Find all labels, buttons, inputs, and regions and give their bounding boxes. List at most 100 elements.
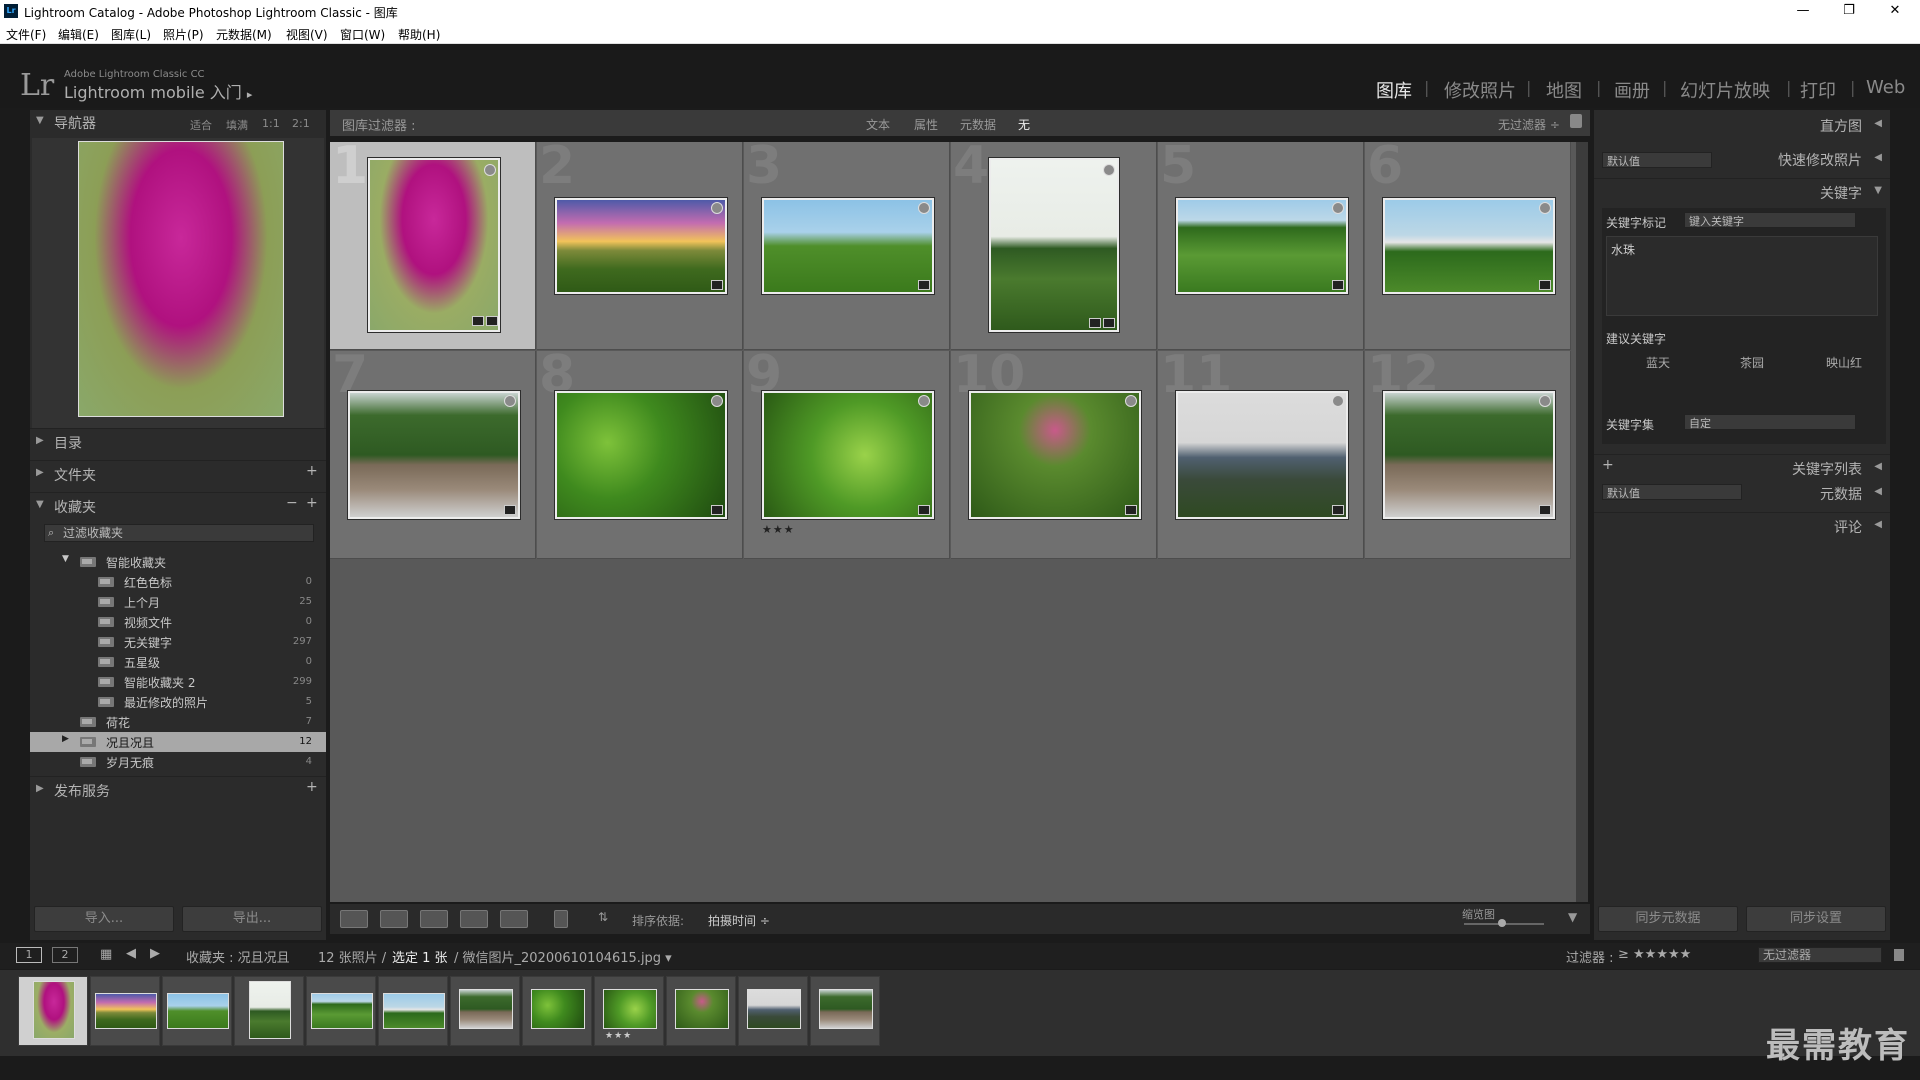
add-collection-icon[interactable]: + (306, 495, 318, 511)
quick-collection-icon[interactable] (711, 395, 723, 407)
smart-collection-item[interactable]: 五星级 0 (30, 652, 326, 672)
thumbnail-image[interactable] (555, 391, 727, 519)
module-web[interactable]: Web (1866, 77, 1905, 98)
back-arrow-icon[interactable]: ◀ (126, 946, 136, 961)
filmstrip-cell[interactable] (90, 976, 160, 1046)
grid-view-icon[interactable] (340, 910, 368, 928)
brand-line-2[interactable]: Lightroom mobile 入门 ▸ (64, 79, 252, 103)
quick-collection-icon[interactable] (918, 395, 930, 407)
filter-tab-none[interactable]: 无 (1018, 116, 1030, 133)
thumbnail-image[interactable] (969, 391, 1141, 519)
lock-icon[interactable] (1570, 114, 1582, 128)
grid-cell[interactable]: 2 (537, 136, 743, 350)
module-map[interactable]: 地图 (1546, 77, 1582, 103)
grid-cell[interactable]: 8 (537, 345, 743, 559)
quick-collection-icon[interactable] (711, 202, 723, 214)
collection-item[interactable]: 荷花 7 (30, 712, 326, 732)
module-develop[interactable]: 修改照片 (1444, 77, 1516, 103)
metadata-preset-select[interactable]: 默认值 (1602, 484, 1742, 500)
filmstrip-cell[interactable] (450, 976, 520, 1046)
filter-tab-text[interactable]: 文本 (866, 116, 890, 133)
export-button[interactable]: 导出... (182, 906, 322, 932)
grid-cell[interactable]: 5 (1158, 136, 1364, 350)
filmstrip-thumbnail[interactable] (675, 989, 729, 1029)
grid-toggle-icon[interactable]: ▦ (100, 947, 112, 962)
selected-filename[interactable]: / 微信图片_20200610104615.jpg ▾ (454, 947, 672, 966)
nav-2to1-option[interactable]: 2:1 (292, 117, 310, 130)
smart-collection-item[interactable]: 红色色标 0 (30, 572, 326, 592)
smart-collections-group[interactable]: ▼ 智能收藏夹 (30, 552, 326, 572)
grid-scrollbar[interactable] (1576, 142, 1588, 902)
grid-cell[interactable]: 9 ★★★ (744, 345, 950, 559)
grid-cell[interactable]: 7 (330, 345, 536, 559)
thumbnail-image[interactable] (1383, 391, 1555, 519)
quick-develop-preset-select[interactable]: 默认值 (1602, 152, 1712, 168)
source-breadcrumb[interactable]: 收藏夹 : 况且况且 (186, 947, 290, 966)
filmstrip-cell[interactable] (234, 976, 304, 1046)
folders-header[interactable]: ▶ 文件夹 + (30, 460, 326, 484)
filter-tab-metadata[interactable]: 元数据 (960, 116, 996, 133)
filmstrip-filter-select[interactable]: 无过滤器 (1758, 947, 1882, 963)
navigator-header[interactable]: ▼ 导航器 适合 填满 1:1 2:1 (30, 110, 326, 134)
quick-collection-icon[interactable] (1332, 395, 1344, 407)
collection-filter-input[interactable]: ⌕ 过滤收藏夹 (44, 524, 314, 542)
thumbnail-image[interactable] (989, 158, 1119, 332)
filmstrip-cell[interactable] (306, 976, 376, 1046)
quick-collection-icon[interactable] (918, 202, 930, 214)
grid-cell[interactable]: 3 (744, 136, 950, 350)
filmstrip-thumbnail[interactable] (747, 989, 801, 1029)
filmstrip-thumbnail[interactable] (819, 989, 873, 1029)
smart-collection-item[interactable]: 视频文件 0 (30, 612, 326, 632)
collection-item-selected[interactable]: ▶ 况且况且 12 (30, 732, 326, 752)
keyword-textarea[interactable]: 水珠 (1606, 236, 1878, 316)
comments-header[interactable]: 评论 ◀ (1594, 512, 1890, 536)
smart-collection-item[interactable]: 无关键字 297 (30, 632, 326, 652)
add-folder-icon[interactable]: + (306, 463, 318, 479)
filmstrip-cell[interactable] (666, 976, 736, 1046)
add-keyword-icon[interactable]: + (1602, 457, 1614, 473)
forward-arrow-icon[interactable]: ▶ (150, 946, 160, 961)
thumbnail-image[interactable] (1383, 198, 1555, 294)
filmstrip-cell[interactable] (378, 976, 448, 1046)
filmstrip-cell[interactable] (522, 976, 592, 1046)
smart-collection-item[interactable]: 智能收藏夹 2 299 (30, 672, 326, 692)
keywording-header[interactable]: 关键字 ▼ (1594, 178, 1890, 202)
nav-fill-option[interactable]: 填满 (226, 117, 248, 133)
publish-services-header[interactable]: ▶ 发布服务 + (30, 776, 326, 800)
import-button[interactable]: 导入... (34, 906, 174, 932)
quick-collection-icon[interactable] (1125, 395, 1137, 407)
quick-collection-icon[interactable] (1539, 202, 1551, 214)
sort-select[interactable]: 拍摄时间 ÷ (708, 912, 770, 929)
filmstrip-cell[interactable] (738, 976, 808, 1046)
filter-tab-attribute[interactable]: 属性 (914, 116, 938, 133)
suggested-keyword[interactable]: 映山红 (1826, 354, 1862, 371)
module-library[interactable]: 图库 (1376, 77, 1412, 103)
toolbar-menu-icon[interactable]: ▼ (1568, 910, 1577, 924)
thumbnail-image[interactable] (348, 391, 520, 519)
filmstrip-thumbnail[interactable] (249, 981, 291, 1039)
maximize-button[interactable]: ❐ (1826, 0, 1872, 24)
filmstrip-cell[interactable] (810, 976, 880, 1046)
filmstrip-cell[interactable] (162, 976, 232, 1046)
menu-library[interactable]: 图库(L) (111, 26, 151, 43)
collection-item[interactable]: 岁月无痕 4 (30, 752, 326, 772)
add-publish-icon[interactable]: + (306, 779, 318, 795)
thumbnail-image[interactable] (762, 198, 934, 294)
survey-view-icon[interactable] (460, 910, 488, 928)
slider-thumb[interactable] (1498, 919, 1506, 927)
catalog-header[interactable]: ▶ 目录 (30, 428, 326, 452)
close-button[interactable]: ✕ (1872, 0, 1918, 24)
menu-edit[interactable]: 编辑(E) (58, 26, 99, 43)
people-view-icon[interactable] (500, 910, 528, 928)
star-filter[interactable]: ≥ ★★★★★ (1618, 947, 1691, 962)
filmstrip-thumbnail[interactable] (383, 993, 445, 1029)
filmstrip-thumbnail[interactable] (311, 993, 373, 1029)
suggested-keyword[interactable]: 蓝天 (1646, 354, 1670, 371)
suggested-keyword[interactable]: 茶园 (1740, 354, 1764, 371)
grid-cell[interactable]: 12 (1365, 345, 1571, 559)
filmstrip-thumbnail[interactable] (33, 981, 75, 1039)
lock-icon[interactable] (1894, 949, 1904, 961)
metadata-header[interactable]: 元数据 ◀ (1744, 480, 1890, 504)
quick-develop-header[interactable]: 快速修改照片 ◀ (1714, 146, 1890, 170)
module-print[interactable]: 打印 (1800, 77, 1836, 103)
